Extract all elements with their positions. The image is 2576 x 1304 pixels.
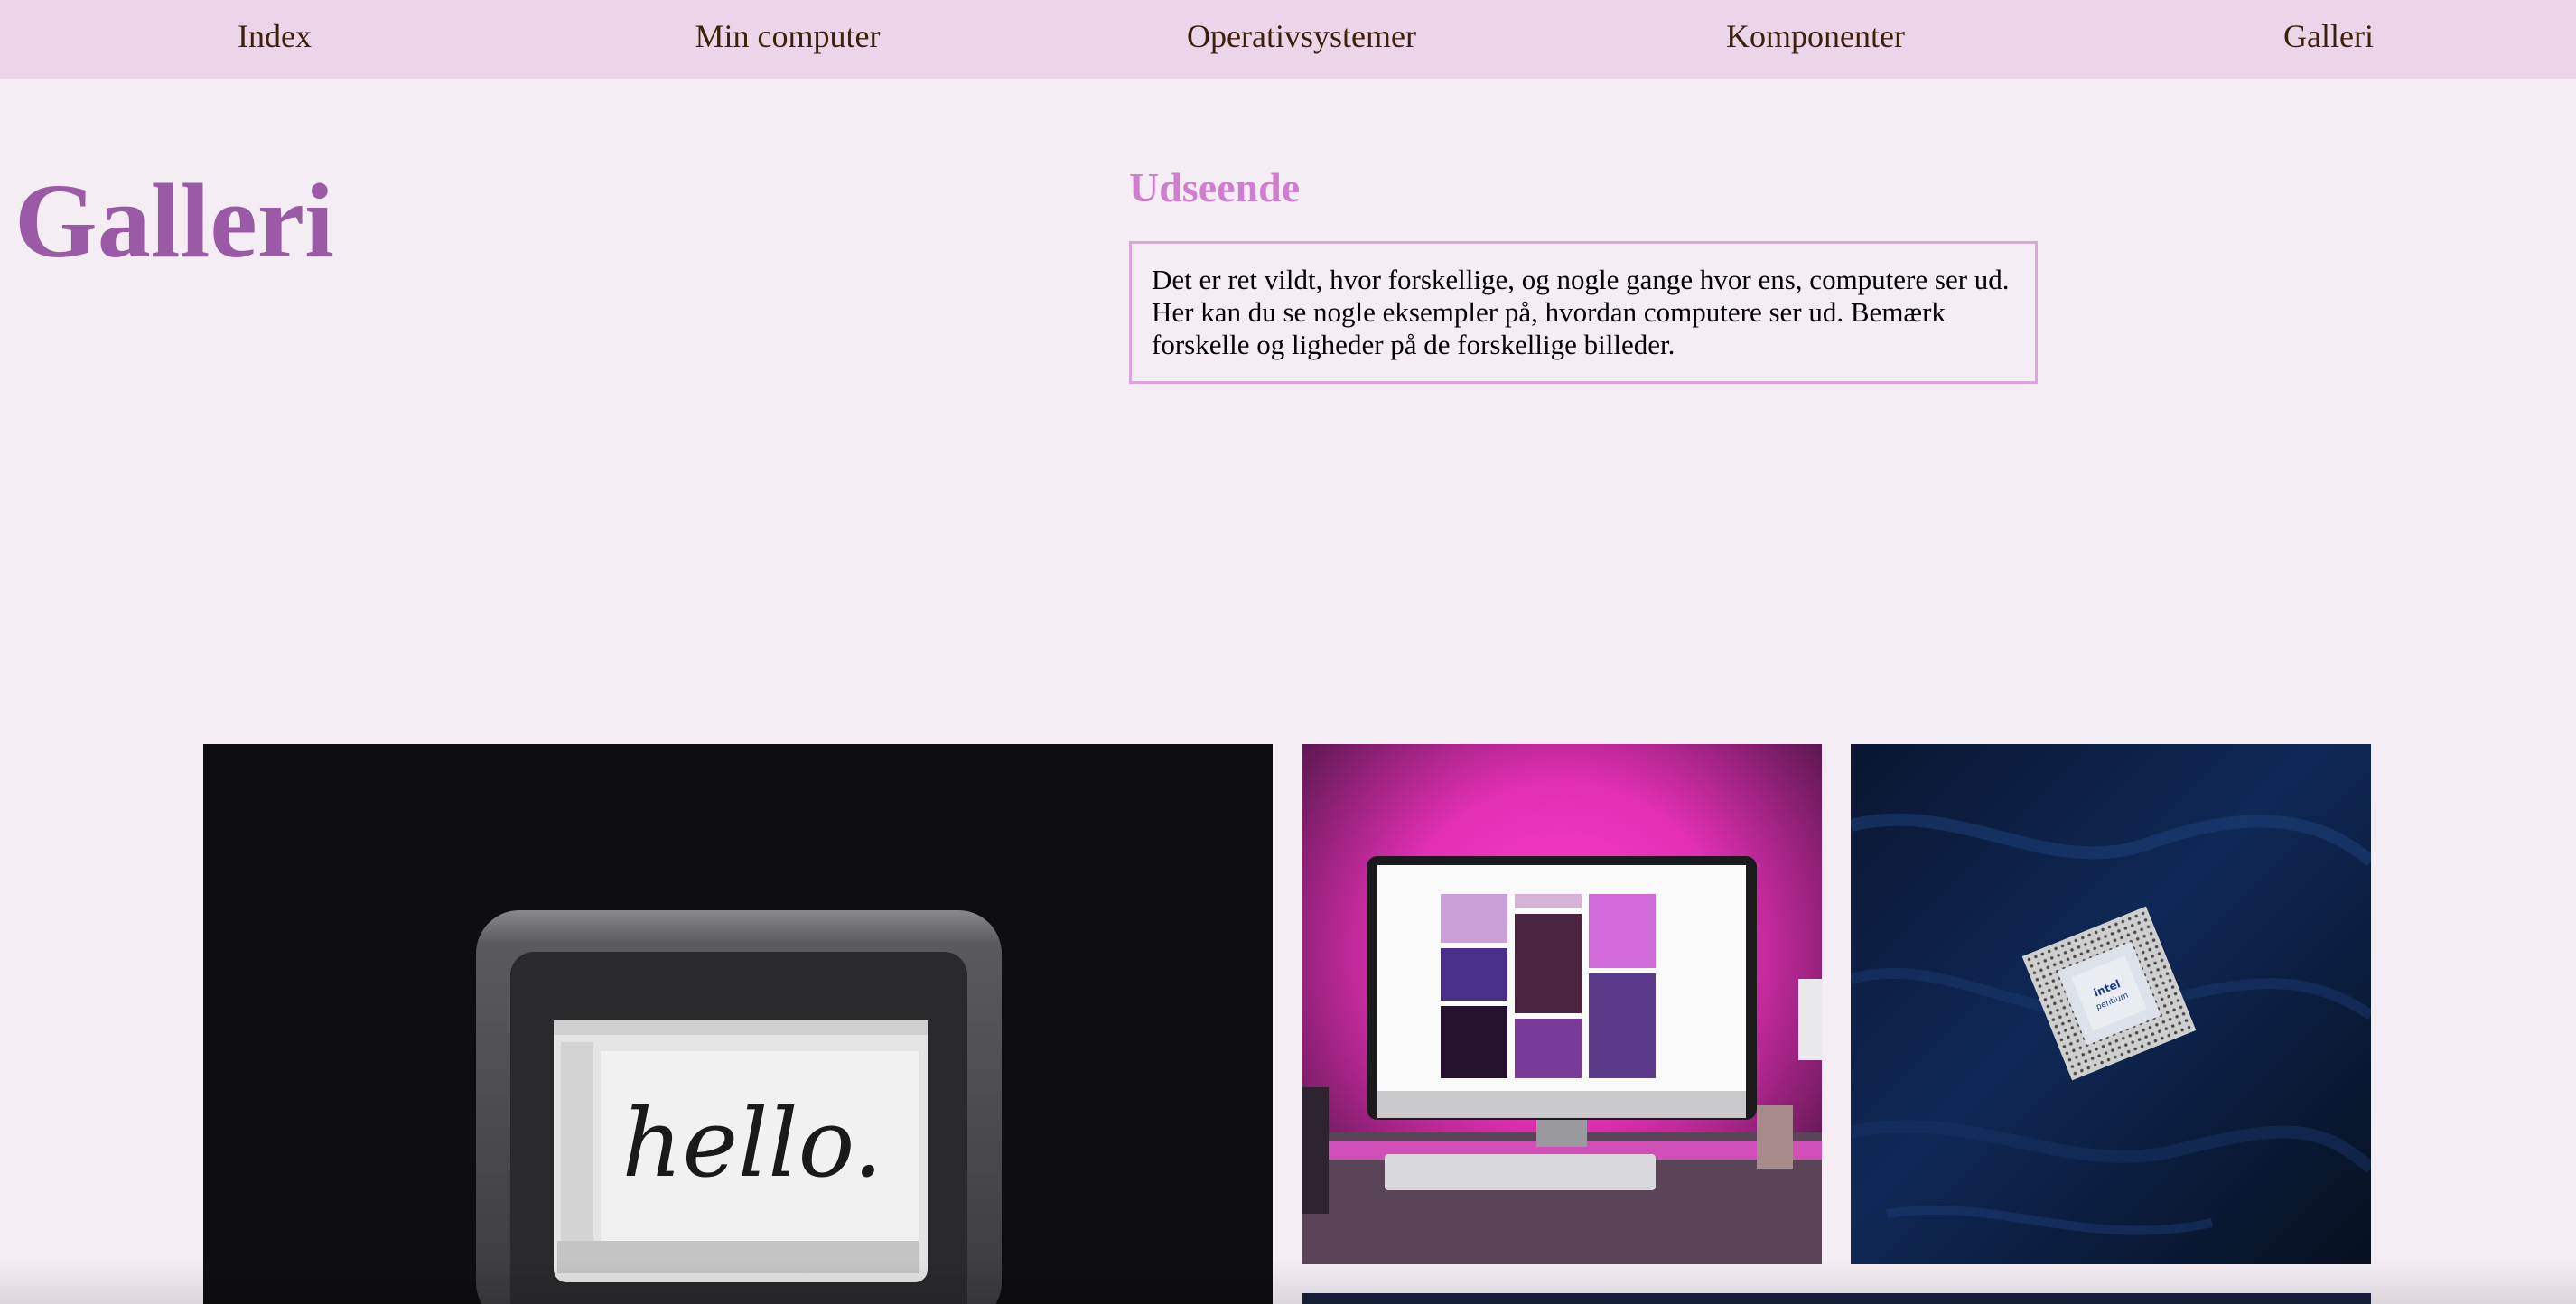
imac-illustration — [1302, 744, 1822, 1264]
nav-link-min-computer[interactable]: Min computer — [695, 16, 881, 56]
nav-link-index[interactable]: Index — [238, 16, 312, 56]
gallery-image-partial[interactable] — [1302, 1293, 2371, 1304]
nav-link-komponenter[interactable]: Komponenter — [1726, 16, 1905, 56]
gallery-image-imac[interactable] — [1302, 744, 1822, 1264]
hello-screen-text: hello. — [622, 1088, 883, 1198]
gallery-image-vintage-mac[interactable]: hello. — [203, 744, 1273, 1304]
vintage-mac-illustration: hello. — [203, 744, 1273, 1304]
nav-link-operativsystemer[interactable]: Operativsystemer — [1187, 16, 1416, 56]
cpu-illustration: intel pentium — [1851, 744, 2371, 1264]
section-heading: Udseende — [1129, 164, 1301, 210]
gallery-image-cpu[interactable]: intel pentium — [1851, 744, 2371, 1264]
top-nav: Index Min computer Operativsystemer Komp… — [0, 0, 2576, 79]
page-title: Galleri — [14, 162, 334, 280]
description-box: Det er ret vildt, hvor forskellige, og n… — [1129, 241, 2038, 384]
nav-link-galleri[interactable]: Galleri — [2283, 16, 2374, 56]
